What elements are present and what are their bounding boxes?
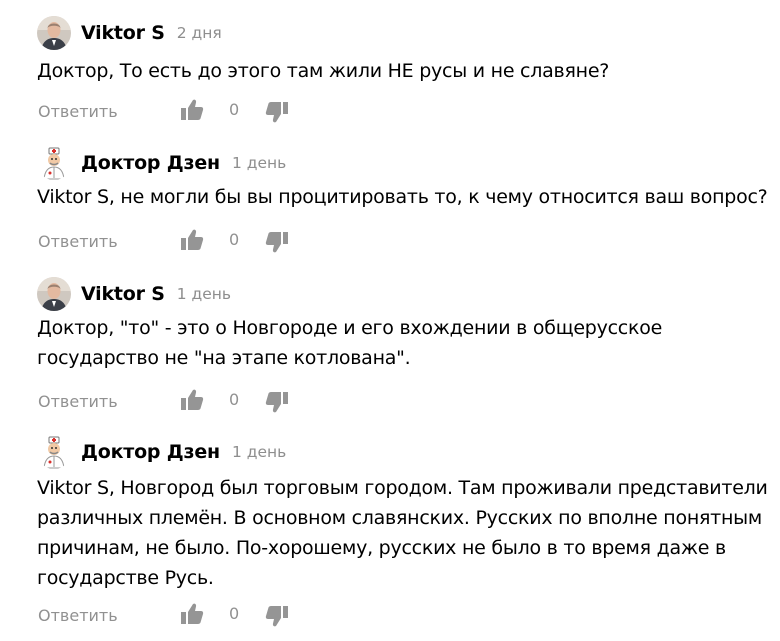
- thumbs-up-icon[interactable]: [180, 228, 204, 252]
- like-count: 0: [229, 100, 240, 119]
- author-name[interactable]: Доктор Дзен: [81, 152, 220, 174]
- doctor-avatar-icon: [37, 435, 71, 469]
- thumbs-down-icon[interactable]: [265, 100, 289, 124]
- photo-avatar-icon: [37, 16, 71, 50]
- reply-button[interactable]: Ответить: [38, 102, 118, 121]
- thumbs-up-icon[interactable]: [180, 602, 204, 626]
- user-avatar[interactable]: [37, 16, 71, 50]
- thumbs-down-icon[interactable]: [265, 230, 289, 254]
- photo-avatar-icon: [37, 277, 71, 311]
- user-avatar[interactable]: [37, 146, 71, 180]
- user-avatar[interactable]: [37, 277, 71, 311]
- comment-actions: Ответить 0: [38, 96, 288, 126]
- comment-time: 1 день: [176, 285, 232, 303]
- comment-text: Viktor S, не могли бы вы процитировать т…: [37, 182, 772, 212]
- like-count: 0: [229, 604, 240, 623]
- comment-actions: Ответить 0: [38, 600, 288, 630]
- comment-text: Доктор, "то" - это о Новгороде и его вхо…: [37, 313, 772, 373]
- comment-header: Доктор Дзен 1 день: [37, 146, 286, 180]
- comment-text: Доктор, То есть до этого там жили НЕ рус…: [37, 56, 772, 86]
- comment-text-line: Доктор, "то" - это о Новгороде и его вхо…: [37, 317, 663, 339]
- thumbs-down-icon[interactable]: [265, 390, 289, 414]
- thumbs-down-icon[interactable]: [265, 604, 289, 628]
- comment-header: Viktor S 1 день: [37, 277, 231, 311]
- doctor-avatar-icon: [37, 146, 71, 180]
- comment-text: Viktor S, Новгород был торговым городом.…: [37, 473, 772, 593]
- comment-header: Доктор Дзен 1 день: [37, 435, 286, 469]
- thumbs-up-icon[interactable]: [180, 98, 204, 122]
- like-count: 0: [229, 390, 240, 409]
- comment-header: Viktor S 2 дня: [37, 16, 222, 50]
- like-count: 0: [229, 230, 240, 249]
- comment-time: 1 день: [231, 443, 287, 461]
- comment-text-line: Доктор, То есть до этого там жили НЕ рус…: [37, 60, 610, 82]
- user-avatar[interactable]: [37, 435, 71, 469]
- author-name[interactable]: Доктор Дзен: [81, 441, 220, 463]
- author-name[interactable]: Viktor S: [81, 283, 165, 305]
- comment-text-line: государство не "на этапе котлована".: [37, 347, 411, 369]
- comment-text-line: Viktor S, Новгород был торговым городом.…: [37, 477, 768, 499]
- comment-text-line: различных племён. В основном славянских.…: [37, 507, 763, 529]
- comment-actions: Ответить 0: [38, 226, 288, 256]
- comment-actions: Ответить 0: [38, 386, 288, 416]
- comment-text-line: государстве Русь.: [37, 567, 214, 589]
- comment-text-line: Viktor S, не могли бы вы процитировать т…: [37, 186, 768, 208]
- comment-time: 1 день: [231, 154, 287, 172]
- author-name[interactable]: Viktor S: [81, 22, 165, 44]
- thumbs-up-icon[interactable]: [180, 388, 204, 412]
- reply-button[interactable]: Ответить: [38, 392, 118, 411]
- comment-time: 2 дня: [176, 24, 222, 42]
- comment-text-line: причинам, не было. По-хорошему, русских …: [37, 537, 726, 559]
- reply-button[interactable]: Ответить: [38, 606, 118, 625]
- reply-button[interactable]: Ответить: [38, 232, 118, 251]
